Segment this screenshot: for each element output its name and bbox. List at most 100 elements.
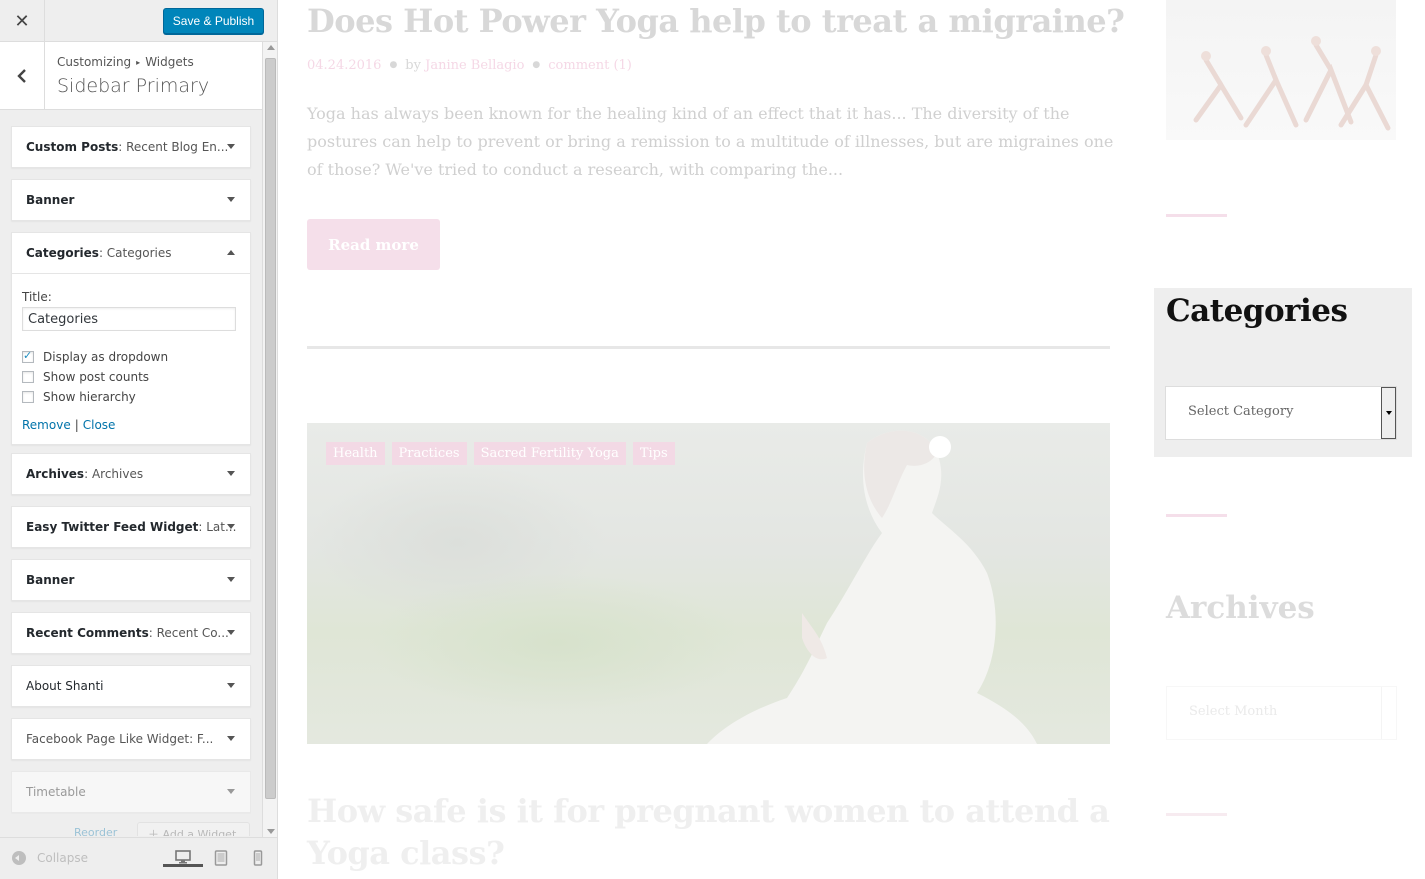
meta-dot: ● xyxy=(389,60,398,70)
option-label: Show hierarchy xyxy=(43,390,136,404)
option-label: Show post counts xyxy=(43,370,150,384)
remove-link[interactable]: Remove xyxy=(22,418,71,432)
tag-sacred-fertility-yoga[interactable]: Sacred Fertility Yoga xyxy=(473,442,626,465)
widget-subtitle: F... xyxy=(196,732,214,746)
add-widget-label: Add a Widget xyxy=(162,828,237,836)
widget-categories[interactable]: Categories: Categories Title: Categories… xyxy=(11,232,251,445)
scroll-down-icon[interactable] xyxy=(267,829,275,834)
tablet-preview-icon[interactable] xyxy=(214,850,230,866)
dropdown-arrow-icon[interactable] xyxy=(1381,387,1396,439)
widget-subtitle: Recent Co... xyxy=(156,626,229,640)
widget-actions: Remove | Close xyxy=(22,418,240,432)
widget-banner[interactable]: Banner xyxy=(11,179,251,221)
widget-subtitle-prefix: : xyxy=(98,246,107,260)
read-more-button[interactable]: Read more xyxy=(307,219,440,270)
widget-subtitle-prefix: : xyxy=(84,467,92,481)
breadcrumb-current: Widgets xyxy=(145,55,194,69)
widget-archives[interactable]: Archives: Archives xyxy=(11,453,251,495)
dropdown-arrow-icon[interactable] xyxy=(1381,687,1396,739)
widget-header[interactable]: Archives: Archives xyxy=(12,454,250,494)
widget-subtitle-prefix: : xyxy=(148,626,157,640)
widget-banner-2[interactable]: Banner xyxy=(11,559,251,601)
widget-timetable[interactable]: Timetable xyxy=(11,771,251,813)
widget-header[interactable]: Facebook Page Like Widget: F... xyxy=(12,719,250,759)
save-publish-button[interactable]: Save & Publish xyxy=(163,8,264,34)
widget-easy-twitter-feed[interactable]: Easy Twitter Feed Widget: Lat... xyxy=(11,506,251,548)
widget-header[interactable]: Timetable xyxy=(12,772,250,812)
widget-header[interactable]: Custom Posts: Recent Blog En... xyxy=(12,127,250,167)
reorder-link[interactable]: Reorder xyxy=(74,826,117,836)
close-icon[interactable]: ✕ xyxy=(0,0,45,42)
widget-subtitle-prefix: : xyxy=(198,520,207,534)
option-show-hierarchy[interactable]: Show hierarchy xyxy=(22,389,240,405)
categories-title: Categories xyxy=(1166,293,1348,329)
add-widget-button[interactable]: ＋ Add a Widget xyxy=(137,822,250,836)
scroll-thumb[interactable] xyxy=(265,58,276,799)
widget-custom-posts[interactable]: Custom Posts: Recent Blog En... xyxy=(11,126,251,168)
post-date[interactable]: 04.24.2016 xyxy=(307,58,381,73)
back-arrow-icon[interactable] xyxy=(0,42,45,109)
widget-header[interactable]: Banner xyxy=(12,560,250,600)
archives-dropdown[interactable]: Select Month xyxy=(1166,686,1397,740)
sidebar-banner-image[interactable] xyxy=(1166,0,1396,140)
post-by: by xyxy=(405,58,421,73)
expand-arrow-icon[interactable] xyxy=(227,471,235,476)
option-display-dropdown[interactable]: Display as dropdown xyxy=(22,349,240,365)
widget-recent-comments[interactable]: Recent Comments: Recent Co... xyxy=(11,612,251,654)
tag-tips[interactable]: Tips xyxy=(632,442,675,465)
widget-header[interactable]: Categories: Categories xyxy=(12,233,250,273)
checkbox-checked[interactable] xyxy=(22,349,34,363)
option-show-post-counts[interactable]: Show post counts xyxy=(22,369,240,385)
widget-name: Categories xyxy=(26,246,99,260)
expand-arrow-icon[interactable] xyxy=(227,144,235,149)
widget-name: Banner xyxy=(26,573,75,587)
post-title[interactable]: Does Hot Power Yoga help to treat a migr… xyxy=(307,0,1127,42)
post-comments[interactable]: comment (1) xyxy=(548,58,632,73)
expand-arrow-icon[interactable] xyxy=(227,683,235,688)
expand-arrow-icon[interactable] xyxy=(227,524,235,529)
post-author[interactable]: Janine Bellagio xyxy=(425,58,524,73)
widget-about-shanti[interactable]: About Shanti xyxy=(11,665,251,707)
customizer-footer: Collapse xyxy=(0,837,277,879)
widget-name: Custom Posts xyxy=(26,140,119,154)
collapse-arrow-icon[interactable] xyxy=(227,250,235,255)
section-header: Customizing ▸ Widgets Sidebar Primary xyxy=(0,42,262,110)
archives-dropdown-value: Select Month xyxy=(1189,704,1278,719)
section-accent-line xyxy=(1166,514,1227,517)
expand-arrow-icon[interactable] xyxy=(227,789,235,794)
widget-area-footer: Reorder ＋ Add a Widget xyxy=(0,822,262,836)
widget-name: About Shanti xyxy=(26,679,104,693)
widget-header[interactable]: Recent Comments: Recent Co... xyxy=(12,613,250,653)
expand-arrow-icon[interactable] xyxy=(227,577,235,582)
widget-form: Title: Categories Display as dropdown Sh… xyxy=(12,273,250,444)
add-icon: ＋ xyxy=(148,828,163,836)
scroll-up-icon[interactable] xyxy=(267,45,275,50)
expand-arrow-icon[interactable] xyxy=(227,630,235,635)
tag-practices[interactable]: Practices xyxy=(391,442,467,465)
checkbox-unchecked[interactable] xyxy=(22,391,34,403)
post-featured-image[interactable]: Health Practices Sacred Fertility Yoga T… xyxy=(307,423,1110,744)
widget-name: Recent Comments xyxy=(26,626,149,640)
title-field[interactable]: Categories xyxy=(22,307,236,331)
desktop-preview-icon[interactable] xyxy=(163,838,203,867)
widget-name: Facebook Page Like Widget xyxy=(26,732,190,746)
post-meta: 04.24.2016 ● by Janine Bellagio ● comment (1… xyxy=(307,58,632,73)
widget-header[interactable]: Easy Twitter Feed Widget: Lat... xyxy=(12,507,250,547)
section-title: Sidebar Primary xyxy=(57,75,210,97)
tag-health[interactable]: Health xyxy=(326,442,385,465)
widget-facebook-page-like[interactable]: Facebook Page Like Widget: F... xyxy=(11,718,251,760)
widget-subtitle-prefix: : xyxy=(118,140,127,154)
panel-scrollbar[interactable] xyxy=(262,42,277,837)
post-title-2[interactable]: How safe is it for pregnant women to att… xyxy=(307,790,1127,874)
widget-header[interactable]: About Shanti xyxy=(12,666,250,706)
mobile-preview-icon[interactable] xyxy=(253,850,269,866)
expand-arrow-icon[interactable] xyxy=(227,736,235,741)
close-link[interactable]: Close xyxy=(83,418,116,432)
categories-dropdown[interactable]: Select Category xyxy=(1165,386,1397,440)
collapse-button[interactable]: Collapse xyxy=(12,851,88,865)
widget-header[interactable]: Banner xyxy=(12,180,250,220)
checkbox-unchecked[interactable] xyxy=(22,371,34,383)
expand-arrow-icon[interactable] xyxy=(227,197,235,202)
widget-name: Archives xyxy=(26,467,85,481)
title-field-label: Title: xyxy=(22,290,52,304)
